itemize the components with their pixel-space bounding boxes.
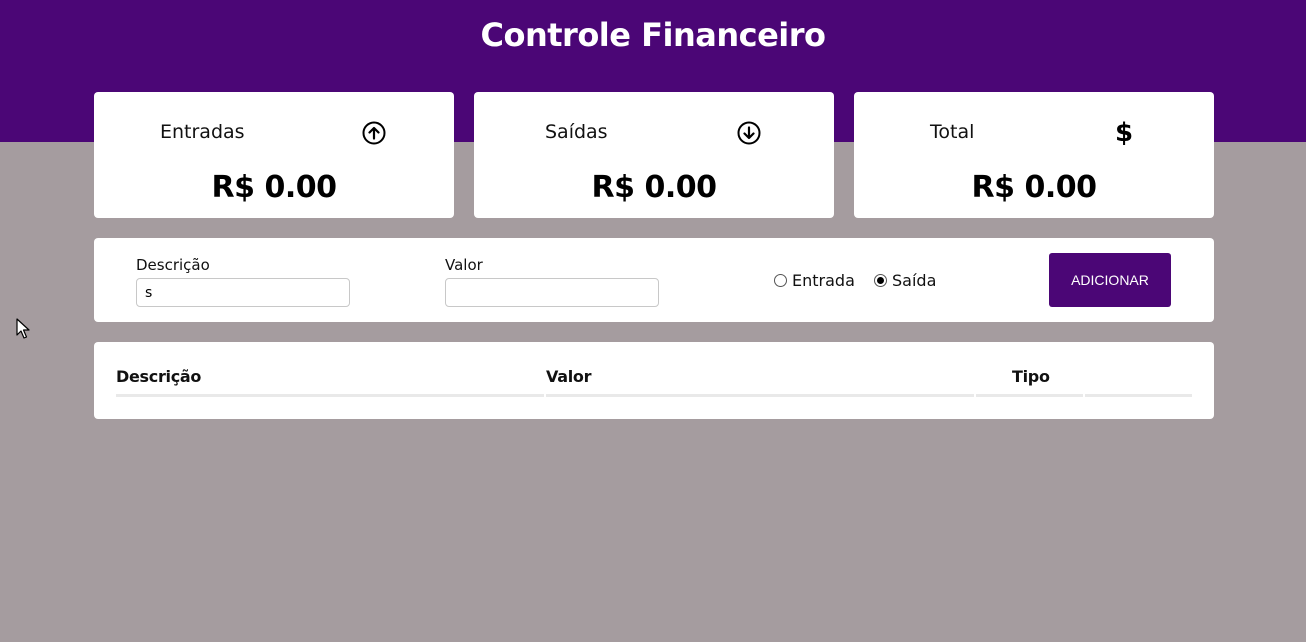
header-divider (1085, 394, 1192, 397)
card-label: Entradas (160, 121, 245, 143)
page-title: Controle Financeiro (480, 16, 826, 54)
card-value: R$ 0.00 (971, 170, 1097, 205)
radio-entrada-label[interactable]: Entrada (792, 271, 855, 290)
transaction-form: Descrição Valor Entrada Saída ADICIONAR (94, 238, 1214, 322)
table-header-valor: Valor (546, 367, 592, 386)
card-label: Total (930, 121, 975, 143)
card-value: R$ 0.00 (211, 170, 337, 205)
radio-saida-button[interactable] (874, 274, 887, 287)
arrow-up-circle-icon (361, 120, 387, 146)
header-divider (976, 394, 1083, 397)
arrow-down-circle-icon (736, 120, 762, 146)
header-divider (546, 394, 974, 397)
description-label: Descrição (136, 256, 210, 274)
radio-saida[interactable]: Saída (874, 271, 936, 290)
header-divider (116, 394, 544, 397)
radio-entrada[interactable]: Entrada (774, 271, 855, 290)
card-saidas: Saídas R$ 0.00 (474, 92, 834, 218)
value-label: Valor (445, 256, 483, 274)
dollar-icon: $ (1114, 118, 1134, 148)
card-label: Saídas (545, 121, 608, 143)
value-input[interactable] (445, 278, 659, 307)
card-total: Total $ R$ 0.00 (854, 92, 1214, 218)
transactions-table: Descrição Valor Tipo (94, 342, 1214, 419)
card-value: R$ 0.00 (591, 170, 717, 205)
radio-saida-label[interactable]: Saída (892, 271, 936, 290)
radio-entrada-button[interactable] (774, 274, 787, 287)
table-header-tipo: Tipo (1012, 367, 1050, 386)
add-button[interactable]: ADICIONAR (1049, 253, 1171, 307)
table-header-descricao: Descrição (116, 367, 202, 386)
card-entradas: Entradas R$ 0.00 (94, 92, 454, 218)
description-input[interactable] (136, 278, 350, 307)
mouse-cursor-icon (16, 318, 30, 344)
